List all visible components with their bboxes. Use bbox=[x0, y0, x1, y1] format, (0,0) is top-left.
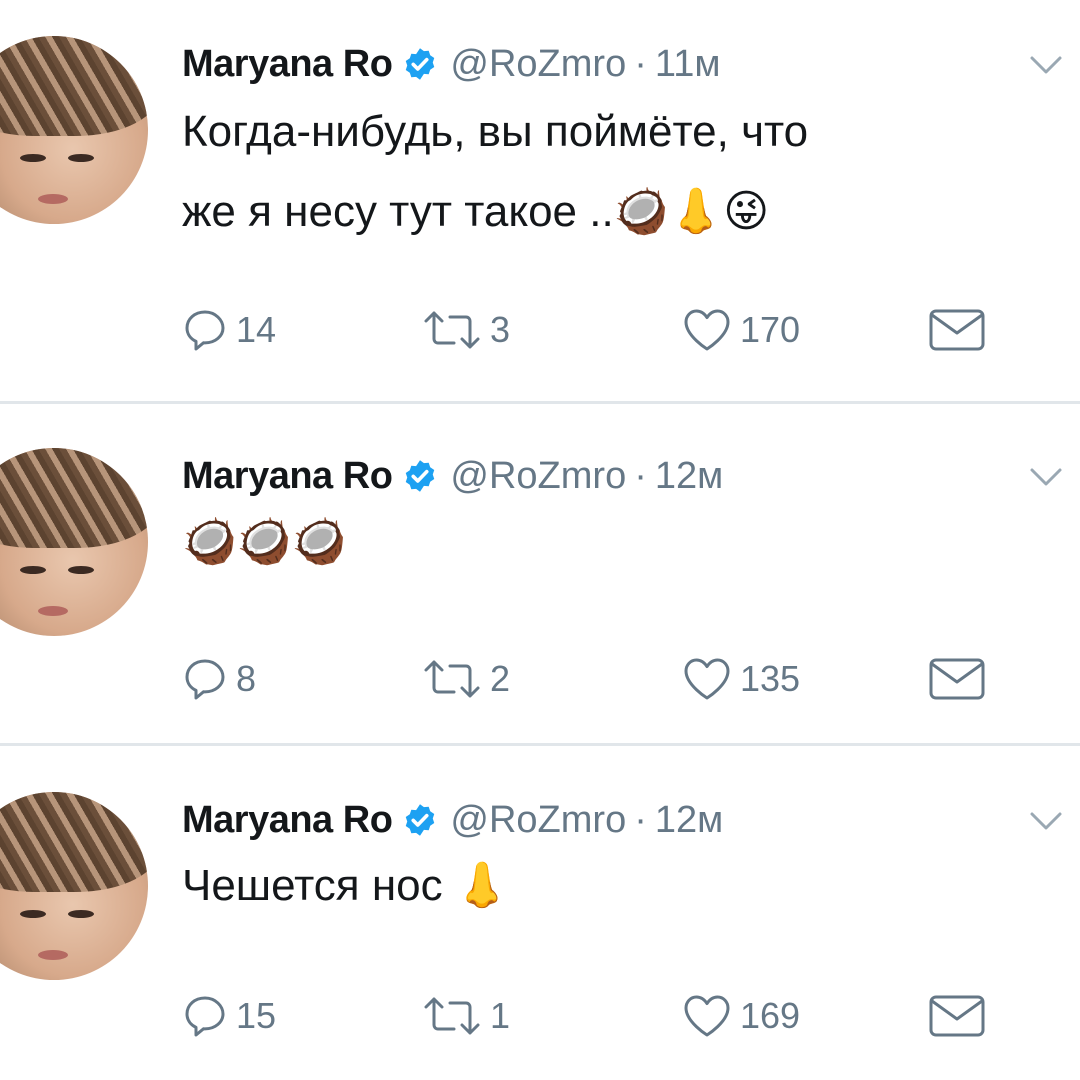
verified-badge-icon bbox=[406, 48, 435, 80]
tweet-actions: 14 3 170 bbox=[182, 300, 1002, 360]
envelope-icon bbox=[929, 309, 985, 351]
heart-icon bbox=[684, 309, 730, 351]
reply-count: 14 bbox=[236, 309, 277, 350]
reply-icon bbox=[185, 310, 225, 351]
tweet-feed: Maryana Ro @RoZmro · 11м Когда-нибудь, в… bbox=[0, 0, 1080, 1080]
direct-message-button[interactable] bbox=[928, 300, 986, 360]
verified-badge-icon bbox=[406, 460, 435, 492]
tweet-text: Когда-нибудь, вы поймёте, что же я несу … bbox=[182, 107, 809, 236]
reply-count: 15 bbox=[236, 995, 277, 1036]
reply-button[interactable]: 15 bbox=[182, 986, 276, 1046]
display-name[interactable]: Maryana Ro bbox=[182, 43, 393, 86]
chevron-down-icon[interactable] bbox=[1026, 50, 1066, 80]
retweet-count: 1 bbox=[490, 995, 511, 1036]
like-button[interactable]: 135 bbox=[682, 649, 800, 709]
reply-icon bbox=[185, 659, 225, 700]
heart-icon bbox=[684, 658, 730, 700]
like-count: 170 bbox=[740, 309, 801, 350]
display-name[interactable]: Maryana Ro bbox=[182, 799, 393, 842]
user-handle[interactable]: @RoZmro bbox=[450, 799, 626, 842]
tweet-actions: 8 2 135 bbox=[182, 649, 1002, 709]
chevron-down-icon[interactable] bbox=[1026, 462, 1066, 492]
reply-icon bbox=[185, 996, 225, 1037]
verified-badge-icon bbox=[406, 804, 435, 836]
tweet-header: Maryana Ro @RoZmro · 12м bbox=[182, 796, 723, 844]
chevron-down-icon[interactable] bbox=[1026, 806, 1066, 836]
user-handle[interactable]: @RoZmro bbox=[450, 43, 626, 86]
heart-icon bbox=[684, 995, 730, 1037]
tweet-actions: 15 1 169 bbox=[182, 986, 1002, 1046]
display-name[interactable]: Maryana Ro bbox=[182, 455, 393, 498]
like-count: 169 bbox=[740, 995, 801, 1036]
user-handle[interactable]: @RoZmro bbox=[450, 455, 626, 498]
retweet-count: 3 bbox=[490, 309, 511, 350]
retweet-icon bbox=[424, 997, 480, 1035]
reply-button[interactable]: 8 bbox=[182, 649, 256, 709]
direct-message-button[interactable] bbox=[928, 986, 986, 1046]
avatar[interactable] bbox=[0, 792, 148, 980]
like-count: 135 bbox=[740, 658, 801, 699]
separator: · bbox=[634, 454, 647, 497]
envelope-icon bbox=[929, 995, 985, 1037]
tweet-2[interactable]: Maryana Ro @RoZmro · 12м 🥥🥥🥥 8 2 135 bbox=[0, 404, 1080, 744]
like-button[interactable]: 170 bbox=[682, 300, 800, 360]
separator: · bbox=[634, 798, 647, 841]
envelope-icon bbox=[929, 658, 985, 700]
separator: · bbox=[634, 42, 647, 85]
retweet-icon bbox=[424, 660, 480, 698]
retweet-button[interactable]: 1 bbox=[422, 986, 510, 1046]
tweet-text: Чешется нос 👃 bbox=[182, 861, 510, 910]
avatar[interactable] bbox=[0, 448, 148, 636]
tweet-3[interactable]: Maryana Ro @RoZmro · 12м Чешется нос 👃 1… bbox=[0, 746, 1080, 1080]
direct-message-button[interactable] bbox=[928, 649, 986, 709]
tweet-text: 🥥🥥🥥 bbox=[182, 517, 347, 566]
tweet-header: Maryana Ro @RoZmro · 11м bbox=[182, 40, 720, 88]
avatar[interactable] bbox=[0, 36, 148, 224]
tweet-header: Maryana Ro @RoZmro · 12м bbox=[182, 452, 723, 500]
timestamp[interactable]: 12м bbox=[655, 799, 723, 842]
reply-count: 8 bbox=[236, 658, 257, 699]
tweet-1[interactable]: Maryana Ro @RoZmro · 11м Когда-нибудь, в… bbox=[0, 0, 1080, 402]
retweet-icon bbox=[424, 311, 480, 349]
retweet-button[interactable]: 2 bbox=[422, 649, 510, 709]
reply-button[interactable]: 14 bbox=[182, 300, 276, 360]
timestamp[interactable]: 12м bbox=[655, 455, 723, 498]
retweet-button[interactable]: 3 bbox=[422, 300, 510, 360]
timestamp[interactable]: 11м bbox=[655, 43, 721, 86]
like-button[interactable]: 169 bbox=[682, 986, 800, 1046]
retweet-count: 2 bbox=[490, 658, 511, 699]
